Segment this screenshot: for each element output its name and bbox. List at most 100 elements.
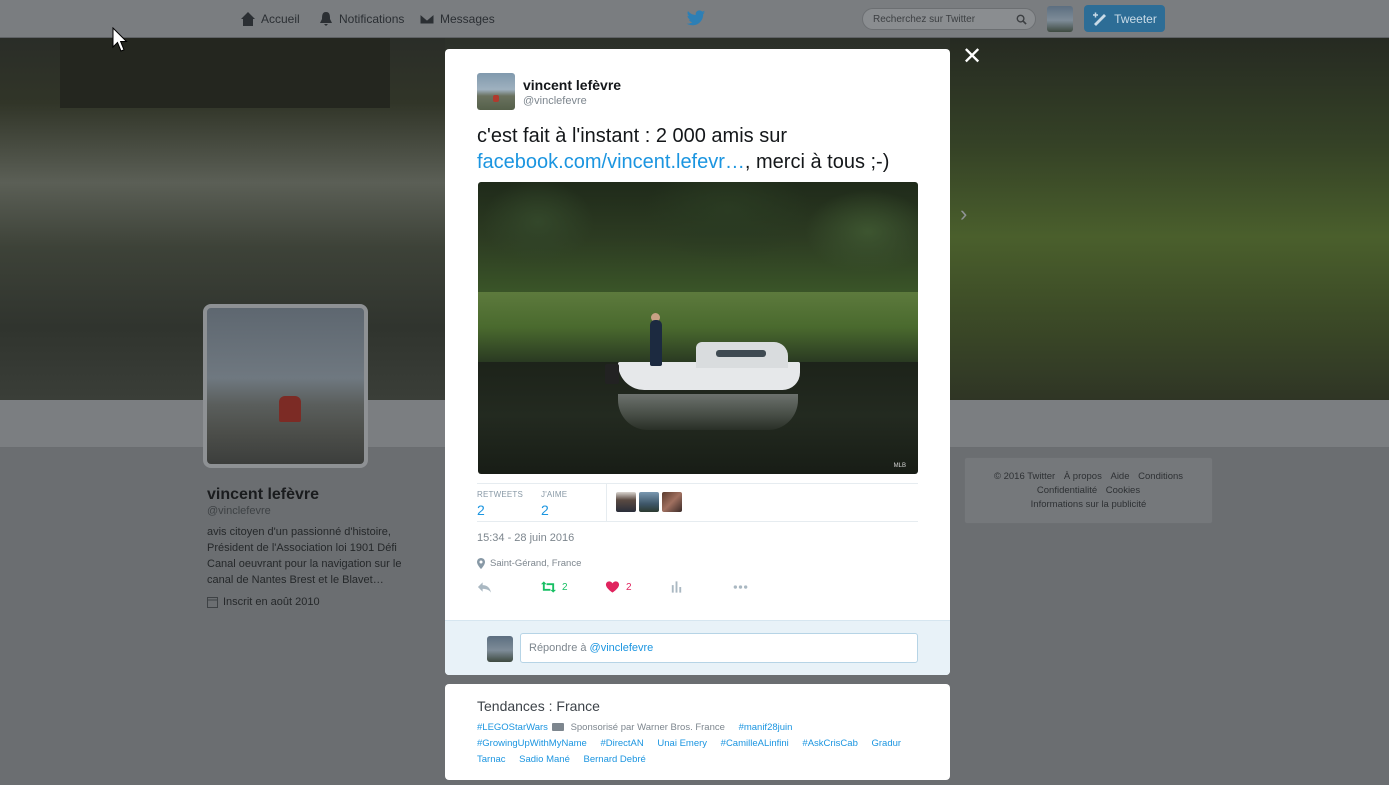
nav-notifications-label: Notifications (339, 12, 405, 26)
tweet-text-before: c'est fait à l'instant : 2 000 amis sur (477, 125, 787, 147)
account-avatar[interactable] (1047, 6, 1073, 32)
trends-title: Tendances : France (477, 698, 600, 714)
trend-promoted-by: Sponsorisé par Warner Bros. France (570, 722, 725, 733)
liker-avatar[interactable] (616, 492, 636, 512)
tweet-text-after: , merci à tous ;-) (744, 151, 890, 173)
top-navigation-bar: Accueil Notifications Messages Recherche… (0, 0, 1389, 38)
retweets-label: RETWEETS (477, 490, 524, 499)
stats-divider (606, 484, 607, 522)
analytics-bar-chart-icon (671, 581, 682, 593)
calendar-icon (207, 597, 218, 608)
trend-item[interactable]: #CamilleALinfini (721, 738, 789, 749)
trend-item[interactable]: #manif28juin (739, 722, 793, 733)
tweet-button[interactable]: Tweeter (1084, 5, 1165, 32)
tweet-timestamp[interactable]: 15:34 - 28 juin 2016 (477, 532, 574, 544)
photo-watermark: MLB (893, 463, 906, 469)
tweet-button-label: Tweeter (1114, 11, 1157, 26)
like-count: 2 (626, 581, 632, 593)
compose-icon (1093, 12, 1107, 26)
trend-item[interactable]: #LEGOStarWars (477, 722, 548, 733)
footer-links: © 2016 Twitter À propos Aide Conditions … (964, 457, 1213, 524)
close-icon[interactable]: ✕ (961, 45, 983, 69)
tweet-author-handle[interactable]: @vinclefevre (523, 95, 587, 107)
twitter-bird-icon[interactable] (686, 10, 706, 27)
tweet-author-name[interactable]: vincent lefèvre (523, 77, 621, 93)
tweet-location-text: Saint-Gérand, France (490, 558, 582, 569)
trend-item[interactable]: Sadio Mané (519, 754, 570, 765)
tweet-location[interactable]: Saint-Gérand, France (477, 558, 581, 569)
trend-item[interactable]: Unai Emery (657, 738, 707, 749)
footer-link-ads-info[interactable]: Informations sur la publicité (1031, 499, 1147, 510)
liker-avatar[interactable] (662, 492, 682, 512)
bell-icon (320, 12, 332, 26)
trend-item[interactable]: #AskCrisCab (802, 738, 857, 749)
profile-avatar[interactable] (203, 304, 368, 468)
trend-item[interactable]: Tarnac (477, 754, 506, 765)
reply-placeholder-prefix: Répondre à (529, 642, 590, 654)
next-tweet-chevron-icon[interactable]: › (960, 203, 974, 225)
likes-count[interactable]: 2 (541, 502, 567, 518)
reply-user-avatar (487, 636, 513, 662)
footer-link-about[interactable]: À propos (1064, 471, 1102, 482)
profile-joined-text: Inscrit en août 2010 (223, 596, 320, 608)
search-input[interactable]: Recherchez sur Twitter (862, 8, 1036, 30)
retweet-icon (541, 581, 556, 593)
trends-card: Tendances : France #LEGOStarWars Sponsor… (445, 684, 950, 780)
nav-notifications[interactable]: Notifications (318, 10, 404, 28)
analytics-action[interactable] (669, 580, 684, 594)
home-icon (241, 12, 255, 26)
tweet-link[interactable]: facebook.com/vincent.lefevr… (477, 151, 745, 173)
envelope-icon (419, 13, 435, 25)
footer-link-help[interactable]: Aide (1110, 471, 1129, 482)
photo-outboard-motor (605, 364, 619, 384)
tweet-modal: vincent lefèvre @vinclefevre c'est fait … (445, 49, 950, 675)
trends-list: #LEGOStarWars Sponsorisé par Warner Bros… (477, 720, 917, 768)
tweet-actions: 2 2 (477, 580, 777, 598)
profile-name[interactable]: vincent lefèvre (207, 486, 319, 504)
nav-home-label: Accueil (261, 12, 300, 26)
nav-home[interactable]: Accueil (240, 10, 300, 28)
retweet-count: 2 (562, 581, 568, 593)
footer-row-2: Confidentialité Cookies (965, 484, 1212, 498)
reply-action[interactable] (477, 580, 492, 594)
likes-label: J'AIME (541, 490, 568, 499)
tweet-photo[interactable]: MLB (478, 182, 918, 474)
mouse-cursor-icon (112, 27, 128, 52)
liker-avatar[interactable] (639, 492, 659, 512)
like-action[interactable]: 2 (605, 580, 632, 594)
heart-icon (605, 581, 620, 593)
retweets-stat[interactable]: RETWEETS 2 (477, 490, 523, 518)
promoted-icon (551, 723, 564, 732)
trend-item[interactable]: #DirectAN (600, 738, 643, 749)
trend-item[interactable]: #GrowingUpWithMyName (477, 738, 587, 749)
reply-mention: @vinclefevre (589, 642, 654, 654)
retweets-count[interactable]: 2 (477, 502, 523, 518)
footer-copyright: © 2016 Twitter (993, 471, 1056, 482)
tweet-author-avatar[interactable] (477, 73, 515, 110)
profile-handle[interactable]: @vinclefevre (207, 505, 271, 517)
more-dots-icon (733, 585, 748, 589)
retweet-action[interactable]: 2 (541, 580, 568, 594)
avatar-person-shape (279, 396, 301, 422)
search-icon[interactable] (1016, 14, 1027, 25)
banner-image-right (950, 38, 1389, 400)
nav-messages[interactable]: Messages (419, 10, 495, 28)
location-pin-icon (477, 558, 485, 569)
trend-item[interactable]: Bernard Debré (584, 754, 646, 765)
profile-bio: avis citoyen d'un passionné d'histoire, … (207, 526, 402, 586)
footer-link-terms[interactable]: Conditions (1138, 471, 1183, 482)
banner-bridge-shape (60, 38, 390, 108)
footer-row-3: Informations sur la publicité (965, 498, 1212, 512)
nav-messages-label: Messages (440, 12, 495, 26)
footer-link-cookies[interactable]: Cookies (1106, 485, 1140, 496)
reply-icon (477, 582, 492, 593)
reply-box: Répondre à @vinclefevre (445, 620, 950, 675)
reply-input[interactable]: Répondre à @vinclefevre (520, 633, 918, 663)
tweet-stats: RETWEETS 2 J'AIME 2 (477, 483, 918, 522)
more-action[interactable] (733, 580, 748, 594)
footer-link-privacy[interactable]: Confidentialité (1037, 485, 1097, 496)
photo-man (650, 320, 662, 366)
trend-item[interactable]: Gradur (872, 738, 902, 749)
likes-stat[interactable]: J'AIME 2 (541, 490, 567, 518)
profile-joined: Inscrit en août 2010 (207, 596, 320, 608)
